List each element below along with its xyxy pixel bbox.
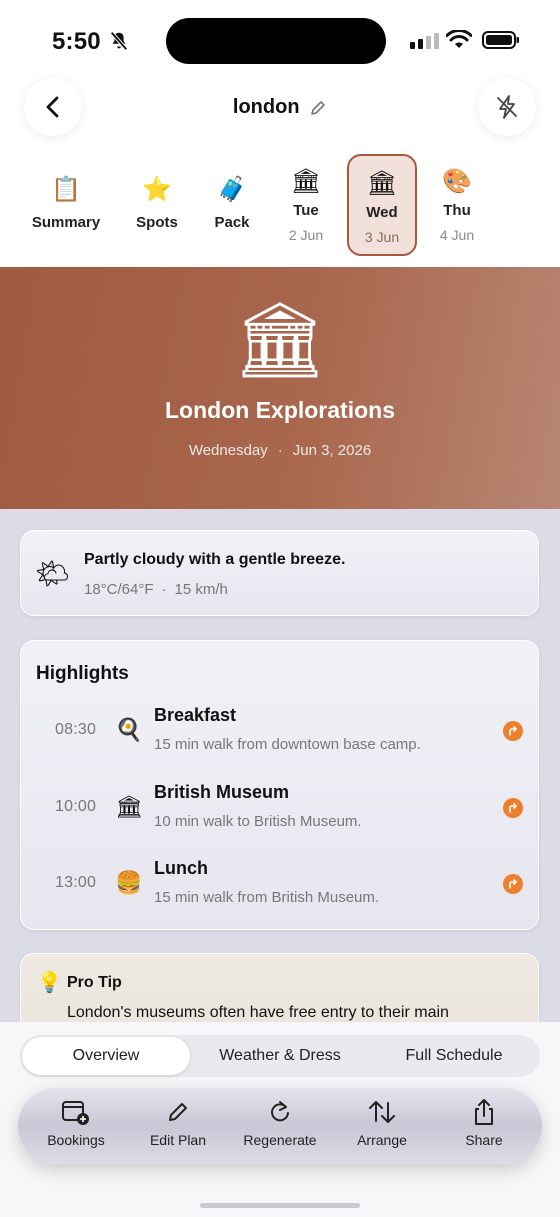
weather-separator: · [161,581,167,598]
bolt-slash-icon [497,95,517,119]
burger-icon: 🍔 [115,870,143,895]
tab-summary[interactable]: 📋 Summary [31,154,101,256]
frying-pan-icon: 🍳 [115,717,143,742]
bottom-toolbar: Bookings Edit Plan Regenerate Arrange Sh… [18,1088,542,1164]
bookings-button[interactable]: Bookings [28,1098,124,1148]
arrange-button[interactable]: Arrange [334,1098,430,1148]
regenerate-button[interactable]: Regenerate [232,1098,328,1148]
status-bar: 5:50 [0,0,560,80]
tab-date: 4 Jun [439,227,475,243]
flash-off-button[interactable] [478,78,536,136]
dynamic-island [166,18,386,64]
day-tabs: 📋 Summary ⭐ Spots 🧳 Pack 🏛 Tue 2 Jun 🏛 W… [0,154,560,264]
arrange-icon [369,1101,395,1123]
museum-icon: 🏛 [115,794,143,819]
weather-card[interactable]: 🌤 Partly cloudy with a gentle breeze. 18… [20,530,539,616]
home-indicator [200,1203,360,1208]
weather-temp: 18°C/64°F [84,581,154,598]
tip-title: Pro Tip [67,974,122,991]
highlight-subtitle: 15 min walk from British Museum. [154,889,380,906]
tab-date: 2 Jun [288,227,324,243]
turn-right-arrow-icon [509,803,517,813]
highlight-title: Lunch [154,858,208,878]
tab-label: Pack [214,214,250,231]
toolbar-label: Edit Plan [149,1132,207,1148]
tab-pack[interactable]: 🧳 Pack [197,154,267,256]
toolbar-label: Share [465,1132,503,1148]
clipboard-icon: 📋 [51,176,81,203]
highlight-row[interactable]: 10:00 🏛 British Museum 10 min walk to Br… [21,776,540,846]
hero-date-value: Jun 3, 2026 [292,442,372,459]
refresh-icon [271,1101,289,1122]
tip-body: London's museums often have free entry t… [67,1004,449,1021]
highlight-row[interactable]: 13:00 🍔 Lunch 15 min walk from British M… [21,852,540,922]
share-icon [475,1099,493,1125]
segment-overview[interactable]: Overview [22,1037,190,1075]
day-hero: 🏛 London Explorations Wednesday · Jun 3, 2… [0,267,560,509]
tab-day-wed[interactable]: 🏛 Wed 3 Jun [347,154,417,256]
highlight-time: 10:00 [55,798,97,815]
tab-day-thu[interactable]: 🎨 Thu 4 Jun [422,154,492,256]
toolbar-label: Arrange [357,1132,407,1148]
tab-label: Tue [293,202,319,219]
tab-day-tue[interactable]: 🏛 Tue 2 Jun [271,154,341,256]
directions-button[interactable] [503,721,523,741]
star-icon: ⭐ [142,176,172,203]
segment-weather-dress[interactable]: Weather & Dress [196,1037,364,1075]
museum-icon: 🏛 [290,168,322,195]
palette-icon: 🎨 [442,168,472,195]
pencil-icon [169,1103,187,1121]
directions-button[interactable] [503,874,523,894]
page-title: london [232,96,300,118]
battery-icon [482,31,519,49]
edit-title-icon [311,100,325,115]
tab-label: Wed [366,204,398,221]
lightbulb-icon: 💡 [37,972,62,994]
directions-button[interactable] [503,798,523,818]
edit-plan-button[interactable]: Edit Plan [130,1098,226,1148]
turn-right-arrow-icon [509,726,517,736]
highlight-title: British Museum [154,782,290,802]
museum-icon: 🏛 [366,170,398,197]
highlight-time: 08:30 [55,721,97,738]
highlights-card: Highlights 08:30 🍳 Breakfast 15 min walk… [20,640,539,930]
partly-cloudy-icon: 🌤 [35,558,71,589]
highlight-time: 13:00 [55,874,97,891]
share-button[interactable]: Share [436,1098,532,1148]
bell-slash-icon [110,31,128,51]
museum-hero-icon: 🏛 [233,298,327,381]
highlight-title: Breakfast [154,705,237,725]
tab-date: 3 Jun [364,229,400,245]
status-time: 5:50 [52,28,101,55]
toolbar-label: Bookings [47,1132,105,1148]
hero-date: Wednesday · Jun 3, 2026 [0,442,560,459]
highlight-subtitle: 15 min walk from downtown base camp. [154,736,421,753]
toolbar-label: Regenerate [243,1132,317,1148]
turn-right-arrow-icon [509,879,517,889]
highlight-row[interactable]: 08:30 🍳 Breakfast 15 min walk from downt… [21,699,540,769]
signal-icon [410,31,439,49]
hero-weekday: Wednesday [188,442,268,459]
luggage-icon: 🧳 [217,176,247,203]
wifi-icon [446,30,472,48]
view-segmented-control: Overview Weather & Dress Full Schedule [20,1035,540,1077]
highlight-subtitle: 10 min walk to British Museum. [154,813,362,830]
tab-label: Spots [136,214,178,231]
weather-summary: Partly cloudy with a gentle breeze. [84,551,346,568]
weather-wind: 15 km/h [174,581,228,598]
tab-label: Thu [443,202,471,219]
tab-spots[interactable]: ⭐ Spots [122,154,192,256]
calendar-add-icon [62,1101,89,1125]
weather-meta: 18°C/64°F · 15 km/h [84,581,228,598]
hero-title: London Explorations [165,397,395,423]
segment-full-schedule[interactable]: Full Schedule [370,1037,538,1075]
page-title-group[interactable]: london [0,96,560,119]
tab-label: Summary [31,214,101,231]
highlights-title: Highlights [36,663,129,684]
hero-separator: · [277,442,283,459]
